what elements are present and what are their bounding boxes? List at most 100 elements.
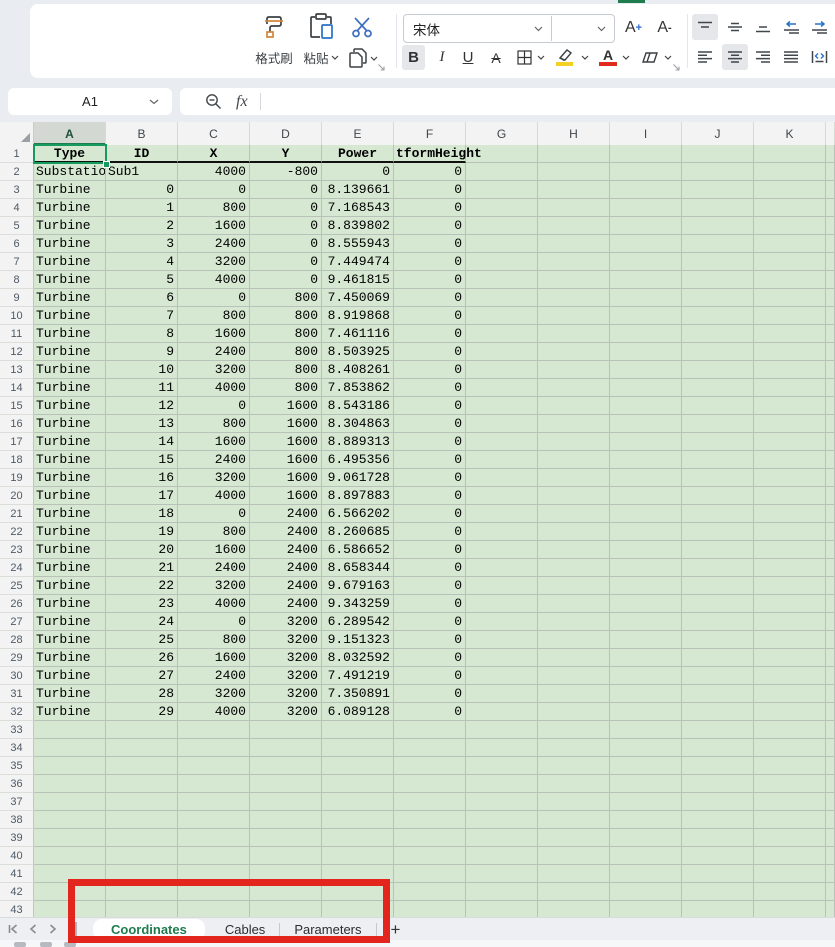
cell-K10[interactable]	[754, 307, 826, 325]
cell-B37[interactable]	[106, 793, 178, 811]
cell-C31[interactable]: 3200	[178, 685, 250, 703]
cell-C3[interactable]: 0	[178, 181, 250, 199]
cell-K41[interactable]	[754, 865, 826, 883]
row-header-9[interactable]: 9	[0, 289, 34, 307]
cell-D30[interactable]: 3200	[250, 667, 322, 685]
cell-K4[interactable]	[754, 199, 826, 217]
cell-H30[interactable]	[538, 667, 610, 685]
align-bottom-button[interactable]	[750, 14, 776, 40]
cell-D18[interactable]: 1600	[250, 451, 322, 469]
borders-button[interactable]	[514, 45, 534, 70]
cell-B22[interactable]: 19	[106, 523, 178, 541]
cell-K40[interactable]	[754, 847, 826, 865]
cell-B20[interactable]: 17	[106, 487, 178, 505]
cell-G24[interactable]	[466, 559, 538, 577]
cell-B24[interactable]: 21	[106, 559, 178, 577]
cell-A24[interactable]: Turbine	[34, 559, 106, 577]
cell-A38[interactable]	[34, 811, 106, 829]
cell-A7[interactable]: Turbine	[34, 253, 106, 271]
row-header-18[interactable]: 18	[0, 451, 34, 469]
row-header-31[interactable]: 31	[0, 685, 34, 703]
cell-J14[interactable]	[682, 379, 754, 397]
cell-A28[interactable]: Turbine	[34, 631, 106, 649]
cell-J35[interactable]	[682, 757, 754, 775]
row-header-36[interactable]: 36	[0, 775, 34, 793]
cell-C32[interactable]: 4000	[178, 703, 250, 721]
cell-H34[interactable]	[538, 739, 610, 757]
cell-C15[interactable]: 0	[178, 397, 250, 415]
cell-C11[interactable]: 1600	[178, 325, 250, 343]
cell-J41[interactable]	[682, 865, 754, 883]
cell-E9[interactable]: 7.450069	[322, 289, 394, 307]
row-header-26[interactable]: 26	[0, 595, 34, 613]
cell-D5[interactable]: 0	[250, 217, 322, 235]
cell-H14[interactable]	[538, 379, 610, 397]
cell-D35[interactable]	[250, 757, 322, 775]
cell-F38[interactable]	[394, 811, 466, 829]
cell-K38[interactable]	[754, 811, 826, 829]
cell-B2[interactable]: Sub1	[106, 163, 178, 181]
column-header-G[interactable]: G	[466, 122, 538, 145]
cell-D11[interactable]: 800	[250, 325, 322, 343]
cell-J38[interactable]	[682, 811, 754, 829]
cell-B5[interactable]: 2	[106, 217, 178, 235]
row-header-19[interactable]: 19	[0, 469, 34, 487]
cell-E15[interactable]: 8.543186	[322, 397, 394, 415]
cell-G22[interactable]	[466, 523, 538, 541]
chevron-down-icon[interactable]	[664, 55, 672, 60]
cell-C18[interactable]: 2400	[178, 451, 250, 469]
cell-K26[interactable]	[754, 595, 826, 613]
column-header-F[interactable]: F	[394, 122, 466, 145]
cell-A27[interactable]: Turbine	[34, 613, 106, 631]
expand-clipboard-group-icon[interactable]	[377, 63, 386, 72]
row-header-22[interactable]: 22	[0, 523, 34, 541]
cell-K13[interactable]	[754, 361, 826, 379]
cell-D38[interactable]	[250, 811, 322, 829]
status-icon[interactable]	[64, 942, 76, 947]
cell-E41[interactable]	[322, 865, 394, 883]
cell-F12[interactable]: 0	[394, 343, 466, 361]
cell-A16[interactable]: Turbine	[34, 415, 106, 433]
sheet-tab-cables[interactable]: Cables	[211, 919, 279, 940]
align-left-button[interactable]	[692, 44, 718, 70]
cell-C34[interactable]	[178, 739, 250, 757]
cell-D16[interactable]: 1600	[250, 415, 322, 433]
cell-B36[interactable]	[106, 775, 178, 793]
cell-F34[interactable]	[394, 739, 466, 757]
cell-D17[interactable]: 1600	[250, 433, 322, 451]
cell-I22[interactable]	[610, 523, 682, 541]
cell-H2[interactable]	[538, 163, 610, 181]
cell-A32[interactable]: Turbine	[34, 703, 106, 721]
cell-A1[interactable]: Type	[34, 145, 106, 163]
cell-I27[interactable]	[610, 613, 682, 631]
cell-A2[interactable]: Substation	[34, 163, 106, 181]
cell-C33[interactable]	[178, 721, 250, 739]
cell-H39[interactable]	[538, 829, 610, 847]
cell-B7[interactable]: 4	[106, 253, 178, 271]
cell-H27[interactable]	[538, 613, 610, 631]
cell-B40[interactable]	[106, 847, 178, 865]
cell-G3[interactable]	[466, 181, 538, 199]
cell-F7[interactable]: 0	[394, 253, 466, 271]
cell-B4[interactable]: 1	[106, 199, 178, 217]
cell-A25[interactable]: Turbine	[34, 577, 106, 595]
cell-C39[interactable]	[178, 829, 250, 847]
row-header-24[interactable]: 24	[0, 559, 34, 577]
cell-I2[interactable]	[610, 163, 682, 181]
cell-H21[interactable]	[538, 505, 610, 523]
cell-B13[interactable]: 10	[106, 361, 178, 379]
cell-H1[interactable]	[538, 145, 610, 163]
cell-G29[interactable]	[466, 649, 538, 667]
cell-H25[interactable]	[538, 577, 610, 595]
cell-H16[interactable]	[538, 415, 610, 433]
cell-C10[interactable]: 800	[178, 307, 250, 325]
cell-A33[interactable]	[34, 721, 106, 739]
cell-F18[interactable]: 0	[394, 451, 466, 469]
cell-H42[interactable]	[538, 883, 610, 901]
cell-H24[interactable]	[538, 559, 610, 577]
cell-G11[interactable]	[466, 325, 538, 343]
cell-D33[interactable]	[250, 721, 322, 739]
cell-C35[interactable]	[178, 757, 250, 775]
cell-J7[interactable]	[682, 253, 754, 271]
cell-B8[interactable]: 5	[106, 271, 178, 289]
